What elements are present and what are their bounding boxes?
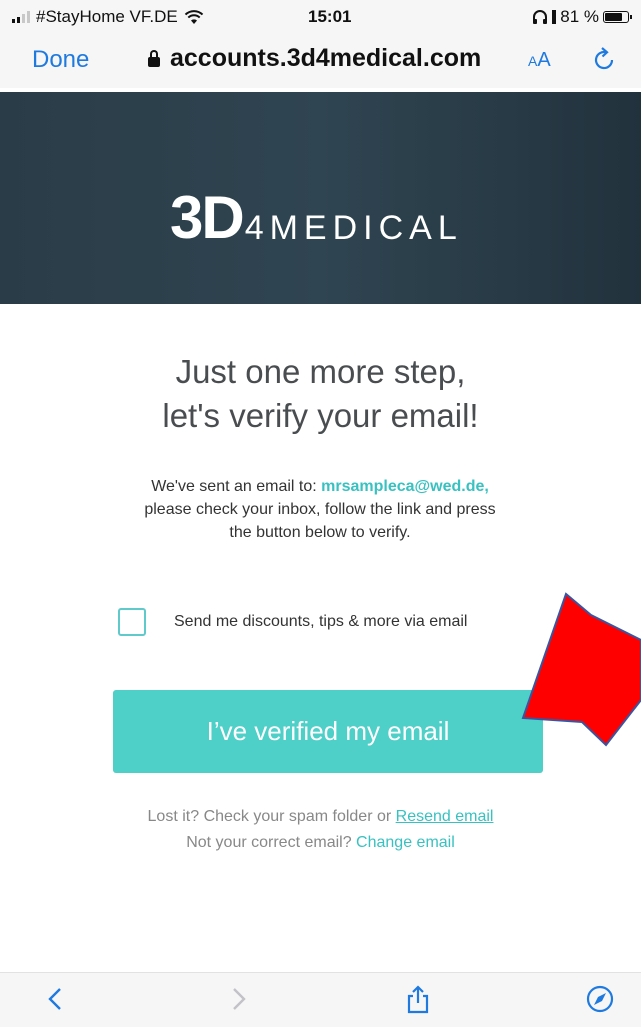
reload-icon[interactable] [588,44,620,76]
headphones-icon [533,10,548,24]
back-icon[interactable] [40,983,72,1015]
compass-icon[interactable] [584,983,616,1015]
marketing-opt-in[interactable]: Send me discounts, tips & more via email [118,608,467,636]
text-size-small-label: A [528,53,538,69]
carrier-label: #StayHome VF.DE [36,7,178,26]
intro-text: We've sent an email to: mrsampleca@wed.d… [90,475,550,544]
battery-percent: 81 % [560,7,599,26]
signal-icon [12,11,30,23]
company-logo: 3D 4MEDICAL [170,188,463,248]
browser-chrome: #StayHome VF.DE 15:01 81 % Done accounts… [0,0,641,88]
page-title: Just one more step, let's verify your em… [0,350,641,438]
help-links: Lost it? Check your spam folder or Resen… [0,804,641,856]
intro-line-2: please check your inbox, follow the link… [144,501,496,518]
share-icon[interactable] [402,983,434,1015]
status-right: 81 % [532,7,632,27]
status-left: #StayHome VF.DE [12,7,204,27]
spam-hint-text: Lost it? Check your spam folder or [147,808,396,825]
text-size-large-label: A [537,49,551,71]
email-address: mrsampleca@wed.de, [321,478,489,495]
address-bar[interactable]: accounts.3d4medical.com [148,44,481,73]
location-bar-icon [552,10,557,24]
safari-toolbar: Done accounts.3d4medical.com AA [0,38,641,82]
headline-line-2: let's verify your email! [162,397,479,434]
wrong-email-hint: Not your correct email? Change email [0,830,641,856]
logo-main: 3D [170,184,245,251]
marketing-checkbox[interactable] [118,608,146,636]
change-email-link[interactable]: Change email [356,834,455,851]
logo-rest: 4MEDICAL [244,209,463,247]
intro-line-3: the button below to verify. [229,524,411,541]
headline-line-1: Just one more step, [175,353,466,390]
intro-line-1: We've sent an email to: mrsampleca@wed.d… [90,475,550,498]
wifi-icon [184,9,203,24]
resend-email-link[interactable]: Resend email [396,808,494,825]
status-time: 15:01 [308,7,352,26]
text-size-button[interactable]: AA [528,49,551,72]
intro-prefix: We've sent an email to: [151,478,322,495]
url-text: accounts.3d4medical.com [170,44,482,72]
done-button[interactable]: Done [32,46,89,74]
lock-icon [148,49,160,67]
brand-header: 3D 4MEDICAL [0,92,641,304]
wrong-email-text: Not your correct email? [186,834,357,851]
spam-hint: Lost it? Check your spam folder or Resen… [0,804,641,830]
forward-icon[interactable] [222,983,254,1015]
battery-icon [603,11,632,23]
status-bar: #StayHome VF.DE 15:01 81 % [0,0,641,34]
safari-bottom-bar [0,972,641,1027]
checkbox-label[interactable]: Send me discounts, tips & more via email [174,613,467,631]
verified-email-button[interactable]: I’ve verified my email [113,690,543,773]
